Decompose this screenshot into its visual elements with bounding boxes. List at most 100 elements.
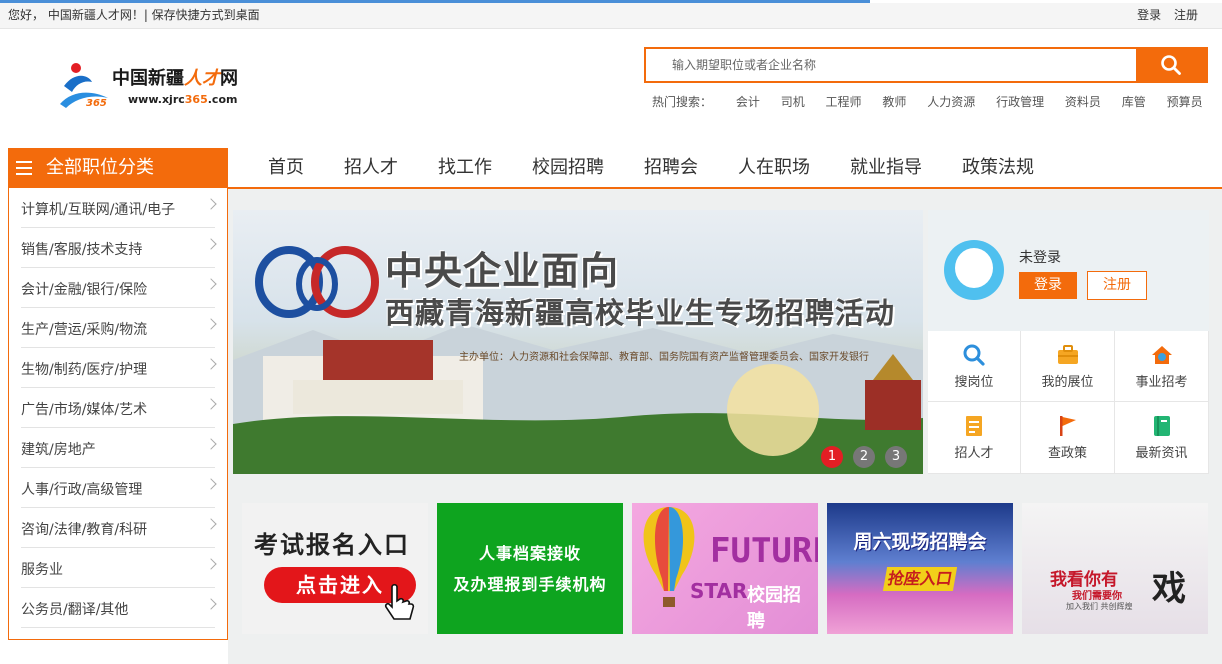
- user-login-area: 未登录 登录 注册: [928, 210, 1209, 331]
- category-item[interactable]: 销售/客服/技术支持: [21, 228, 217, 268]
- banner-title-line2: 西藏青海新疆高校毕业生专场招聘活动: [385, 296, 896, 330]
- hot-keyword[interactable]: 会计: [736, 95, 760, 109]
- hot-keyword[interactable]: 教师: [882, 95, 906, 109]
- top-register-link[interactable]: 注册: [1174, 8, 1198, 22]
- nav-recruit-talent[interactable]: 招人才: [324, 148, 418, 188]
- shortcut-label: 最新资讯: [1135, 446, 1188, 461]
- login-status: 未登录: [1019, 250, 1061, 266]
- nav-home[interactable]: 首页: [248, 148, 324, 188]
- ad-archive-line2: 及办理报到手续机构: [453, 575, 607, 594]
- hot-keyword[interactable]: 工程师: [826, 95, 862, 109]
- category-item[interactable]: 会计/金融/银行/保险: [21, 268, 217, 308]
- ad-archive[interactable]: 人事档案接收 及办理报到手续机构: [437, 503, 623, 634]
- avatar: [944, 240, 1004, 300]
- shortcut-public-exam[interactable]: 事业招考: [1115, 331, 1209, 402]
- category-item[interactable]: 公务员/翻译/其他: [21, 588, 217, 628]
- top-login-link[interactable]: 登录: [1137, 8, 1161, 22]
- home-icon: [1151, 346, 1172, 364]
- category-item[interactable]: 建筑/房地产: [21, 428, 217, 468]
- ad-saturday-title: 周六现场招聘会: [853, 531, 987, 553]
- ad-exam-registration[interactable]: 考试报名入口 点击进入: [242, 503, 428, 634]
- ad-saturday-fair[interactable]: 周六现场招聘会 抢座入口: [827, 503, 1013, 634]
- chevron-right-icon: [205, 358, 217, 370]
- ad-join-line3: 加入我们 共创辉煌: [1066, 602, 1133, 611]
- hot-keyword[interactable]: 司机: [781, 95, 805, 109]
- shortcut-news[interactable]: 最新资讯: [1115, 402, 1209, 474]
- banner-title-line1: 中央企业面向: [385, 249, 620, 293]
- nav-find-job[interactable]: 找工作: [418, 148, 512, 188]
- menu-icon: [16, 161, 32, 175]
- ad-archive-line1: 人事档案接收: [478, 544, 581, 563]
- logo-brand-text: 中国新疆人才网: [112, 68, 238, 89]
- logo-url-text: www.xjrc365.com: [128, 93, 238, 106]
- shortcut-search-jobs[interactable]: 搜岗位: [928, 331, 1021, 402]
- chevron-right-icon: [205, 238, 217, 250]
- banner-subtitle: 主办单位：人力资源和社会保障部、教育部、国务院国有资产监督管理委员会、国家开发银…: [459, 352, 869, 363]
- nav-workplace[interactable]: 人在职场: [718, 148, 830, 188]
- ad-join-us[interactable]: 我看你有 我们需要你 加入我们 共创辉煌 戏: [1022, 503, 1208, 634]
- category-item[interactable]: 生产/营运/采购/物流: [21, 308, 217, 348]
- category-list: 计算机/互联网/通讯/电子 销售/客服/技术支持 会计/金融/银行/保险 生产/…: [8, 188, 228, 640]
- chevron-right-icon: [205, 558, 217, 570]
- nav-job-fair[interactable]: 招聘会: [624, 148, 718, 188]
- banner-dot[interactable]: 3: [885, 446, 907, 468]
- greeting-text: 您好， 中国新疆人才网！| 保存快捷方式到桌面: [8, 8, 260, 22]
- search-box: [644, 47, 1208, 83]
- ad-exam-title: 考试报名入口: [254, 531, 410, 559]
- category-item[interactable]: 咨询/法律/教育/科研: [21, 508, 217, 548]
- document-icon: [966, 416, 982, 436]
- book-icon: [1153, 416, 1170, 436]
- category-menu-header[interactable]: 全部职位分类: [8, 148, 228, 188]
- search-icon: [1161, 55, 1181, 75]
- shortcut-recruit[interactable]: 招人才: [928, 402, 1021, 474]
- shortcut-policy[interactable]: 查政策: [1021, 402, 1115, 474]
- hot-keyword[interactable]: 库管: [1122, 95, 1146, 109]
- hot-keyword[interactable]: 资料员: [1065, 95, 1101, 109]
- banner-emblem-icon: [255, 246, 379, 318]
- search-input[interactable]: [646, 49, 1138, 81]
- category-item[interactable]: 服务业: [21, 548, 217, 588]
- chevron-right-icon: [205, 318, 217, 330]
- user-panel: 未登录 登录 注册 搜岗位 我的展位 事业招考 招人才 查政策 最新资讯: [928, 210, 1209, 474]
- category-menu-title: 全部职位分类: [46, 157, 154, 178]
- main-nav: 首页 招人才 找工作 校园招聘 招聘会 人在职场 就业指导 政策法规: [248, 148, 1054, 188]
- top-account-links: 登录 注册: [1128, 4, 1198, 26]
- banner-landscape-image: [233, 324, 923, 474]
- nav-policy[interactable]: 政策法规: [942, 148, 1054, 188]
- chevron-right-icon: [205, 398, 217, 410]
- hot-keyword[interactable]: 预算员: [1167, 95, 1203, 109]
- chevron-right-icon: [205, 438, 217, 450]
- nav-campus[interactable]: 校园招聘: [512, 148, 624, 188]
- category-item[interactable]: 人事/行政/高级管理: [21, 468, 217, 508]
- chevron-right-icon: [205, 518, 217, 530]
- register-button[interactable]: 注册: [1087, 271, 1147, 300]
- ad-campus-future: FUTURE: [710, 531, 818, 571]
- banner-dot[interactable]: 1: [821, 446, 843, 468]
- briefcase-icon: [1057, 345, 1078, 364]
- shortcut-my-booth[interactable]: 我的展位: [1021, 331, 1115, 402]
- ad-campus-recruitment[interactable]: FUTURE STAR 校园招聘: [632, 503, 818, 634]
- chevron-right-icon: [205, 598, 217, 610]
- search-icon: [963, 344, 985, 366]
- hot-keyword[interactable]: 行政管理: [996, 95, 1044, 109]
- ad-join-big-char: 戏: [1152, 569, 1186, 609]
- category-item[interactable]: 生物/制药/医疗/护理: [21, 348, 217, 388]
- shortcut-label: 招人才: [954, 446, 994, 461]
- logo-runner-icon: 365: [60, 63, 108, 109]
- site-logo[interactable]: 365 中国新疆人才网 www.xjrc365.com: [58, 58, 258, 112]
- category-item[interactable]: 广告/市场/媒体/艺术: [21, 388, 217, 428]
- category-item[interactable]: 计算机/互联网/通讯/电子: [21, 188, 217, 228]
- hot-keyword[interactable]: 人力资源: [927, 95, 975, 109]
- login-button[interactable]: 登录: [1019, 272, 1077, 299]
- chevron-right-icon: [205, 198, 217, 210]
- search-button[interactable]: [1136, 49, 1206, 81]
- nav-career-guide[interactable]: 就业指导: [830, 148, 942, 188]
- top-bar: 您好， 中国新疆人才网！| 保存快捷方式到桌面 登录 注册: [0, 3, 1222, 29]
- banner-pagination: 1 2 3: [821, 446, 907, 468]
- banner-dot[interactable]: 2: [853, 446, 875, 468]
- ad-saturday-button: 抢座入口: [882, 567, 958, 591]
- hero-banner[interactable]: 中央企业面向 西藏青海新疆高校毕业生专场招聘活动 主办单位：人力资源和社会保障部…: [233, 210, 923, 474]
- flag-icon: [1059, 416, 1076, 436]
- ad-join-line2: 我们需要你: [1072, 591, 1122, 602]
- shortcut-label: 搜岗位: [954, 375, 994, 390]
